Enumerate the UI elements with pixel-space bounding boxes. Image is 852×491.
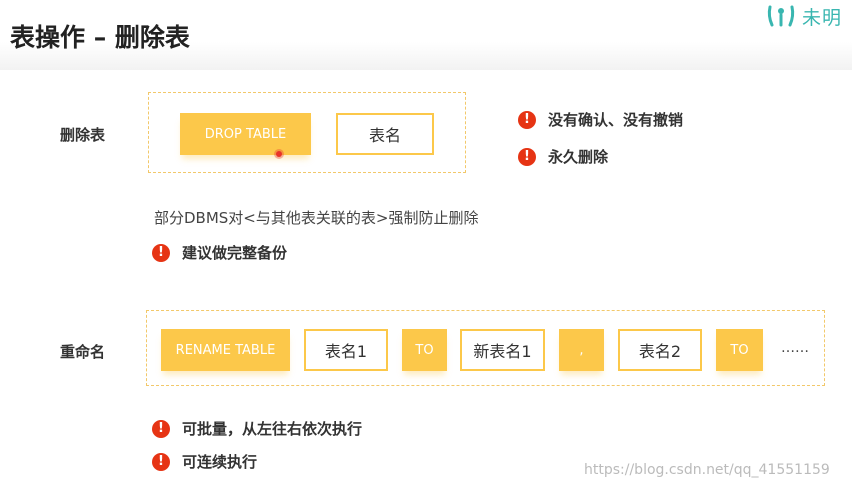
- brand-name: 未明: [802, 6, 843, 29]
- brand-logo-icon: [767, 5, 795, 27]
- page-title: 表操作 – 删除表: [10, 23, 190, 52]
- brand-logo: 未明: [766, 2, 842, 30]
- rename-note-1-text: 可批量，从左往右依次执行: [182, 420, 363, 438]
- watermark-url: https://blog.csdn.net/qq_41551159: [584, 462, 830, 478]
- cursor-click-dot: [276, 151, 282, 157]
- rename-note-1: ! 可批量，从左往右依次执行: [152, 418, 362, 439]
- drop-constraint-text: 部分DBMS对<与其他表关联的表>强制防止删除: [154, 209, 479, 227]
- rename-note-2-text: 可连续执行: [182, 453, 258, 471]
- warning-icon: !: [152, 419, 170, 438]
- warning-icon: !: [152, 243, 170, 262]
- drop-note-2-text: 永久删除: [548, 148, 609, 166]
- rename-to-keyword-2: TO: [716, 329, 763, 371]
- drop-table-keyword: DROP TABLE: [180, 113, 311, 155]
- rename-section-label: 重命名: [60, 343, 106, 361]
- rename-to-keyword-1: TO: [402, 329, 447, 371]
- rename-comma-separator: ,: [559, 329, 604, 371]
- rename-note-2: ! 可连续执行: [152, 451, 257, 472]
- drop-table-name-box: 表名: [336, 113, 434, 155]
- drop-note-1-text: 没有确认、没有撤销: [548, 111, 684, 129]
- drop-advice-text: 建议做完整备份: [182, 244, 288, 262]
- drop-advice: ! 建议做完整备份: [152, 242, 287, 263]
- rename-ellipsis: ……: [781, 340, 809, 356]
- warning-icon: !: [152, 452, 170, 471]
- rename-new-name-1: 新表名1: [460, 329, 545, 371]
- rename-old-name-1: 表名1: [304, 329, 388, 371]
- drop-note-1: ! 没有确认、没有撤销: [518, 109, 683, 130]
- drop-note-2: ! 永久删除: [518, 146, 608, 167]
- rename-table-keyword: RENAME TABLE: [161, 329, 290, 371]
- warning-icon: !: [518, 110, 536, 129]
- rename-old-name-2: 表名2: [618, 329, 702, 371]
- warning-icon: !: [518, 147, 536, 166]
- drop-section-label: 删除表: [60, 126, 106, 144]
